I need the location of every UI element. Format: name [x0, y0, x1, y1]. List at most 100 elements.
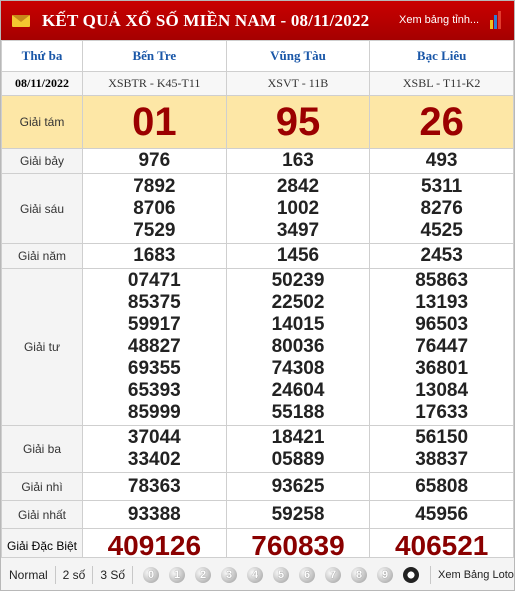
prize-cell: 1456	[225, 243, 371, 269]
prize-number: 26	[419, 100, 464, 144]
digit-ball-2[interactable]: 2	[195, 566, 212, 583]
prize-number: 33402	[127, 449, 181, 470]
prize-number: 76447	[415, 336, 469, 357]
prize-number: 96503	[415, 314, 469, 335]
prize-label: Giải năm	[1, 243, 83, 269]
envelope-icon	[12, 14, 30, 27]
digit-ball-6[interactable]: 6	[299, 566, 316, 583]
prize-number: 48827	[127, 336, 181, 357]
prize-cell: 2453	[369, 243, 514, 269]
prize-cell: 1683	[82, 243, 227, 269]
digit-ball-7[interactable]: 7	[325, 566, 342, 583]
prize-cell: 65808	[369, 472, 514, 501]
prize-number: 69355	[127, 358, 181, 379]
view-province-table-link[interactable]: Xem bảng tỉnh...	[399, 14, 479, 26]
column-header-row: Thứ ba Bến Tre Vũng Tàu Bạc Liêu	[1, 40, 514, 72]
prize-number: 93625	[271, 475, 325, 497]
prize-number: 55188	[271, 402, 325, 423]
prize-number: 5311	[421, 175, 463, 197]
digit-ball-0[interactable]: 0	[143, 566, 160, 583]
digit-ball-1[interactable]: 1	[169, 566, 186, 583]
prize-cell: 26	[369, 95, 514, 149]
province-header[interactable]: Bạc Liêu	[369, 40, 514, 72]
prize-cell: 2842 1002 3497	[225, 173, 371, 244]
prize-number: 45956	[415, 503, 469, 525]
prize-number: 2842	[276, 175, 320, 197]
divider	[54, 565, 56, 584]
prize-number: 38837	[415, 449, 469, 470]
mode-normal-tab[interactable]: Normal	[7, 568, 50, 582]
prize-row-giai-sau: Giải sáu 7892 8706 7529 2842 1002 3497 5311 8276…	[1, 173, 514, 244]
province-header[interactable]: Vũng Tàu	[225, 40, 371, 72]
prize-number: 05889	[271, 449, 325, 470]
prize-number: 493	[425, 150, 458, 171]
prize-number: 1683	[133, 245, 176, 266]
prize-cell: 07471 85375 59917 48827 69355 65393 85999	[82, 268, 227, 426]
ticket-code: XSVT - 11B	[225, 71, 371, 96]
mode-3-digit-tab[interactable]: 3 Số	[98, 568, 127, 582]
prize-row-giai-nhi: Giải nhì 78363 93625 65808	[1, 472, 514, 501]
prize-number: 7892	[133, 175, 176, 197]
prize-number: 2453	[420, 245, 463, 266]
prize-number: 760839	[251, 529, 345, 561]
prize-number: 22502	[271, 292, 325, 313]
footer-toolbar: Normal 2 số 3 Số 0123456789 . Xem Bảng L…	[1, 557, 514, 590]
prize-label: Giải tám	[1, 95, 83, 149]
divider	[132, 565, 134, 584]
prize-label: Giải nhất	[1, 500, 83, 529]
prize-label: Giải tư	[1, 268, 83, 426]
prize-number: 4525	[420, 219, 463, 241]
prize-number: 85863	[415, 270, 469, 291]
lottery-widget: KẾT QUẢ XỔ SỐ MIỀN NAM - 08/11/2022 Xem …	[0, 0, 515, 591]
digit-ball-3[interactable]: 3	[221, 566, 238, 583]
prize-number: 976	[138, 150, 171, 171]
prize-cell: 95	[225, 95, 371, 149]
province-header[interactable]: Bến Tre	[82, 40, 227, 72]
prize-number: 01	[132, 100, 177, 144]
digit-ball-5[interactable]: 5	[273, 566, 290, 583]
prize-row-giai-tu: Giải tư 07471 85375 59917 48827 69355 65393 859…	[1, 268, 514, 426]
prize-label: Giải ba	[1, 425, 83, 473]
prize-cell: 85863 13193 96503 76447 36801 13084 17633	[369, 268, 514, 426]
digit-ball-8[interactable]: 8	[351, 566, 368, 583]
results-table: Thứ ba Bến Tre Vũng Tàu Bạc Liêu 08/11/2…	[1, 40, 514, 563]
prize-label: Giải sáu	[1, 173, 83, 244]
prize-number: 17633	[415, 402, 469, 423]
digit-ball-4[interactable]: 4	[247, 566, 264, 583]
bar-chart-icon[interactable]	[490, 11, 504, 29]
prize-number: 78363	[127, 475, 181, 497]
prize-number: 93388	[127, 503, 181, 525]
prize-cell: 78363	[82, 472, 227, 501]
prize-label: Giải bảy	[1, 148, 83, 174]
prize-number: 95	[275, 100, 321, 144]
prize-cell: 18421 05889	[225, 425, 371, 473]
prize-row-giai-ba: Giải ba 37044 33402 18421 05889 56150 38837	[1, 425, 514, 473]
prize-number: 409126	[107, 529, 202, 561]
mode-2-digit-tab[interactable]: 2 số	[61, 568, 88, 582]
prize-number: 56150	[415, 427, 469, 448]
prize-number: 85999	[127, 402, 181, 423]
prize-number: 50239	[271, 270, 325, 291]
prize-number: 80036	[271, 336, 325, 357]
prize-cell: 976	[82, 148, 227, 174]
prize-cell: 93388	[82, 500, 227, 529]
digit-filter-group: 0123456789	[143, 566, 403, 583]
prize-row-giai-nam: Giải năm 1683 1456 2453	[1, 243, 514, 269]
prize-number: 8706	[133, 197, 176, 219]
digit-ball-9[interactable]: 9	[377, 566, 394, 583]
prize-number: 3497	[276, 219, 320, 241]
prize-number: 24604	[271, 380, 325, 401]
prize-number: 07471	[127, 270, 181, 291]
prize-number: 163	[282, 150, 314, 171]
prize-number: 13193	[415, 292, 469, 313]
prize-cell: 59258	[225, 500, 371, 529]
divider	[92, 565, 94, 584]
prize-cell: 45956	[369, 500, 514, 529]
prize-number: 59917	[127, 314, 181, 335]
view-loto-table-link[interactable]: Xem Bảng Loto	[438, 569, 514, 581]
yin-yang-icon[interactable]: .	[403, 566, 420, 583]
prize-number: 7529	[133, 219, 176, 241]
prize-number: 14015	[271, 314, 325, 335]
prize-number: 59258	[271, 503, 325, 525]
prize-number: 36801	[415, 358, 469, 379]
